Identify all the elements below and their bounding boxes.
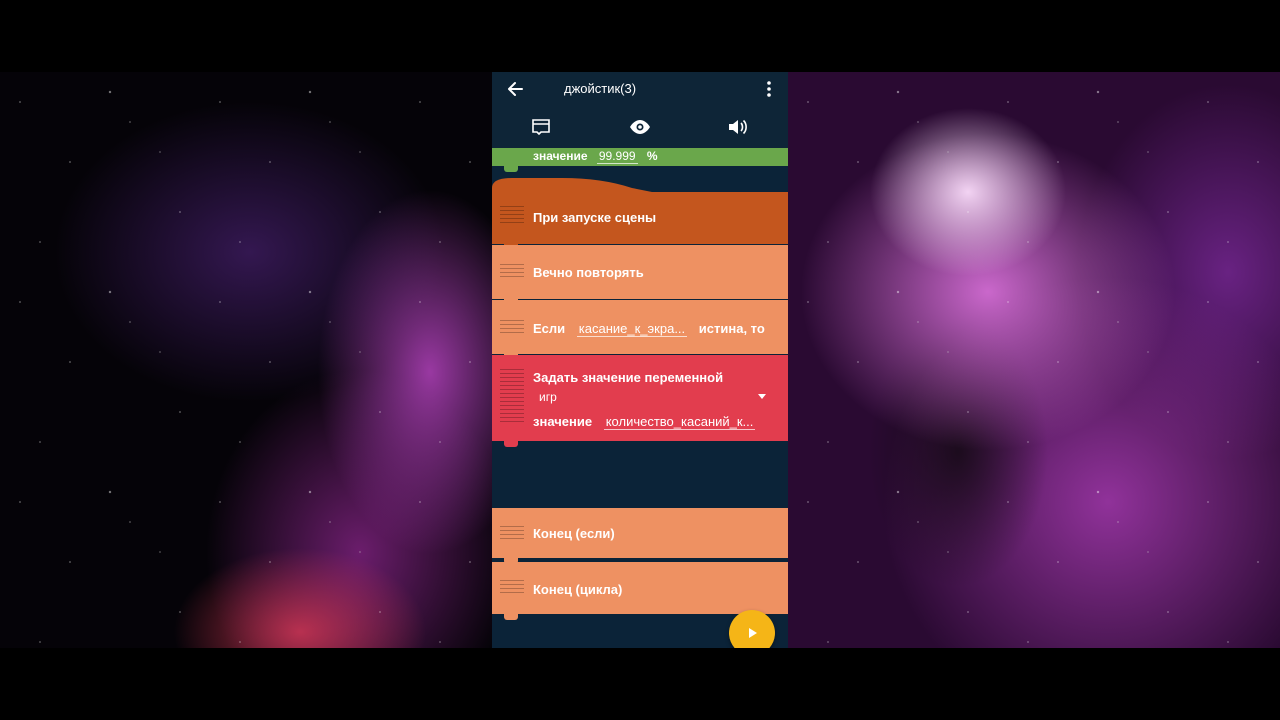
- letterbox-bottom: [0, 648, 1280, 720]
- brick-set-variable-value-label: значение: [533, 414, 593, 429]
- app-title: джойстик(3): [564, 81, 637, 96]
- brick-partial-unit: %: [646, 149, 658, 163]
- brick-partial-math[interactable]: значение 99.999 %: [492, 148, 788, 172]
- toolbar: [492, 106, 788, 148]
- variable-dropdown-value: игр: [539, 390, 557, 404]
- brick-partial-label: значение: [533, 149, 588, 163]
- volume-icon[interactable]: [726, 116, 750, 138]
- brick-set-variable-label: Задать значение переменной: [533, 370, 724, 385]
- brick-if-condition-field[interactable]: касание_к_экра...: [576, 321, 688, 337]
- letterbox-top: [0, 0, 1280, 72]
- variable-dropdown[interactable]: игр: [533, 387, 775, 407]
- brick-end-loop-label: Конец (цикла): [533, 582, 623, 597]
- brick-end-loop[interactable]: Конец (цикла): [492, 562, 788, 620]
- arrow-left-icon[interactable]: [504, 78, 526, 100]
- eye-icon[interactable]: [628, 116, 652, 138]
- script-canvas[interactable]: значение 99.999 % При запуске сцены Вечн…: [492, 148, 788, 648]
- play-icon: [749, 628, 757, 638]
- chevron-down-icon: [758, 394, 766, 399]
- background-right-nebula: [788, 72, 1280, 648]
- app-bar: джойстик(3): [492, 72, 788, 106]
- brick-if[interactable]: Если касание_к_экра... истина, то: [492, 300, 788, 360]
- app-screen: джойстик(3) значение 99.999 % При запуск…: [492, 72, 788, 648]
- brick-end-if-label: Конец (если): [533, 526, 615, 541]
- brick-forever-label: Вечно повторять: [533, 265, 644, 280]
- brick-when-scene-starts-label: При запуске сцены: [533, 210, 657, 225]
- brick-forever[interactable]: Вечно повторять: [492, 245, 788, 305]
- brick-notch: [504, 166, 518, 172]
- brick-if-label: Если: [533, 321, 566, 336]
- play-button[interactable]: [729, 610, 775, 648]
- brick-partial-value-field[interactable]: 99.999: [596, 149, 638, 164]
- background-left-nebula: [0, 72, 492, 648]
- brick-if-suffix: истина, то: [698, 321, 765, 336]
- book-icon[interactable]: [529, 116, 553, 138]
- brick-end-if[interactable]: Конец (если): [492, 508, 788, 564]
- brick-set-variable[interactable]: Задать значение переменной игр значение …: [492, 355, 788, 447]
- brick-when-scene-starts[interactable]: При запуске сцены: [492, 192, 788, 250]
- brick-set-variable-value-field[interactable]: количество_касаний_к...: [603, 414, 756, 430]
- more-vert-icon[interactable]: [760, 78, 778, 100]
